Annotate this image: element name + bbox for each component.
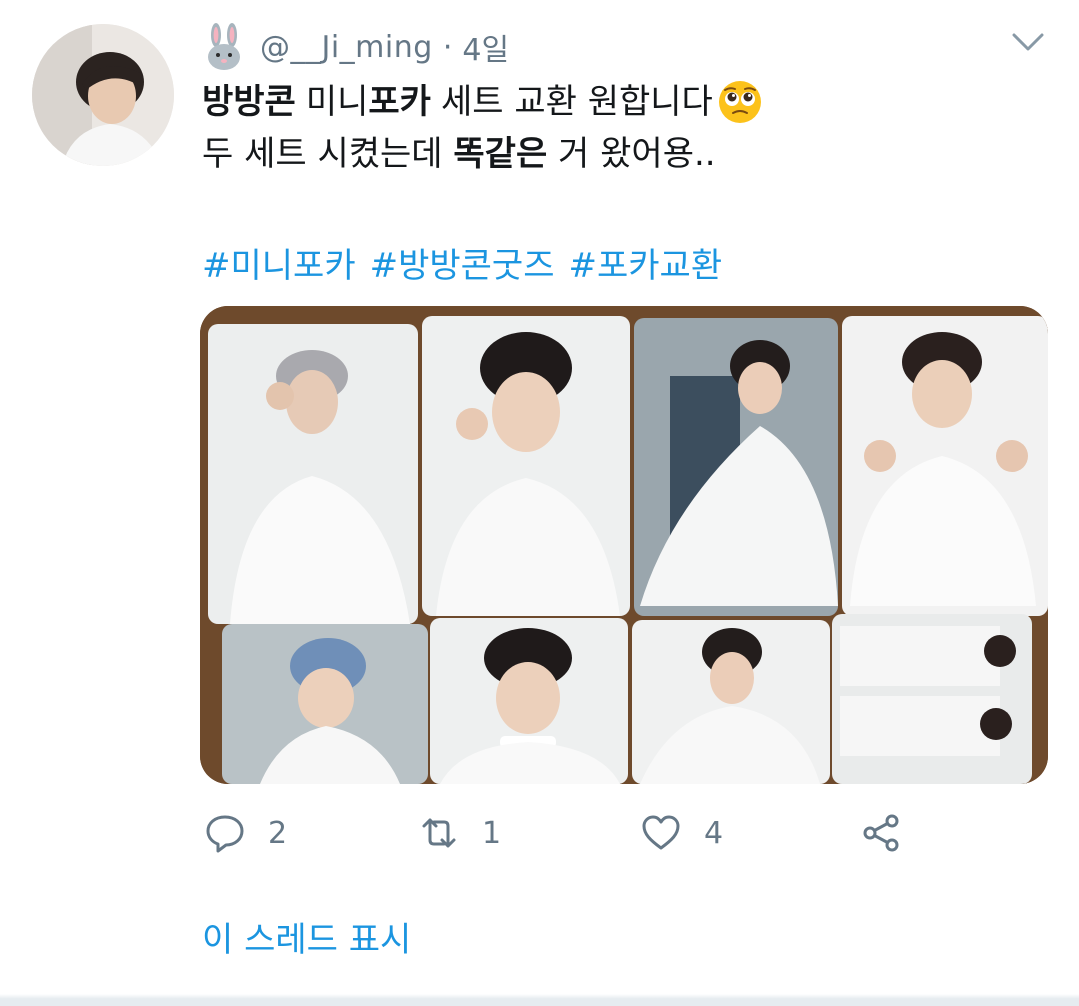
reply-icon xyxy=(206,815,244,853)
retweet-count: 1 xyxy=(482,815,502,851)
reply-count: 2 xyxy=(268,815,288,851)
hashtag-link[interactable]: #포카교환 xyxy=(569,238,723,287)
share-button[interactable] xyxy=(860,812,902,854)
tweet-card[interactable]: @__Ji_ming · 4일 방방콘 미니 포카 세트 교환 원합니다 두 세… xyxy=(0,0,1079,1006)
retweet-icon xyxy=(422,818,456,848)
tweet-timestamp[interactable]: 4일 xyxy=(462,25,509,69)
show-thread-link[interactable]: 이 스레드 표시 xyxy=(202,912,411,961)
hashtag-link[interactable]: #미니포카 xyxy=(202,238,356,287)
text-regular: 두 세트 시켰는데 xyxy=(202,134,454,174)
tweet-line-2: 두 세트 시켰는데 똑같은 거 왔어용.. xyxy=(202,128,763,180)
text-bold: 포카 xyxy=(368,82,431,122)
hashtag-link[interactable]: #방방콘굿즈 xyxy=(370,238,555,287)
pleading-face-emoji-icon xyxy=(718,81,761,123)
photocards-photo-icon xyxy=(200,306,1048,784)
heart-icon xyxy=(642,815,680,850)
tweet-line-1: 방방콘 미니 포카 세트 교환 원합니다 xyxy=(202,76,763,128)
tweet-text: 방방콘 미니 포카 세트 교환 원합니다 두 세트 시켰는데 똑같은 거 왔어용… xyxy=(202,76,763,180)
retweet-button[interactable]: 1 xyxy=(418,812,501,854)
text-regular: 거 왔어용.. xyxy=(547,134,716,174)
author-handle[interactable]: @__Ji_ming xyxy=(260,30,433,65)
chevron-down-icon[interactable] xyxy=(1011,30,1045,54)
like-button[interactable]: 4 xyxy=(640,812,723,854)
avatar[interactable] xyxy=(32,24,174,166)
bunny-icon xyxy=(208,23,240,70)
separator-dot: · xyxy=(442,29,453,65)
reply-button[interactable]: 2 xyxy=(204,812,287,854)
text-regular: 세트 교환 원합니다 xyxy=(440,82,713,122)
profile-photo-icon xyxy=(32,24,174,166)
text-bold: 똑같은 xyxy=(453,134,548,174)
tweet-header: @__Ji_ming · 4일 xyxy=(202,22,509,72)
hashtag-list: #미니포카 #방방콘굿즈 #포카교환 xyxy=(202,238,722,287)
text-regular: 미니 xyxy=(305,82,369,122)
like-count: 4 xyxy=(704,815,724,851)
text-bold: 방방콘 xyxy=(202,82,296,122)
tweet-actions: 2 1 4 xyxy=(204,812,924,868)
divider xyxy=(0,994,1079,1006)
tweet-media-image[interactable] xyxy=(200,306,1048,784)
share-icon xyxy=(863,814,899,852)
